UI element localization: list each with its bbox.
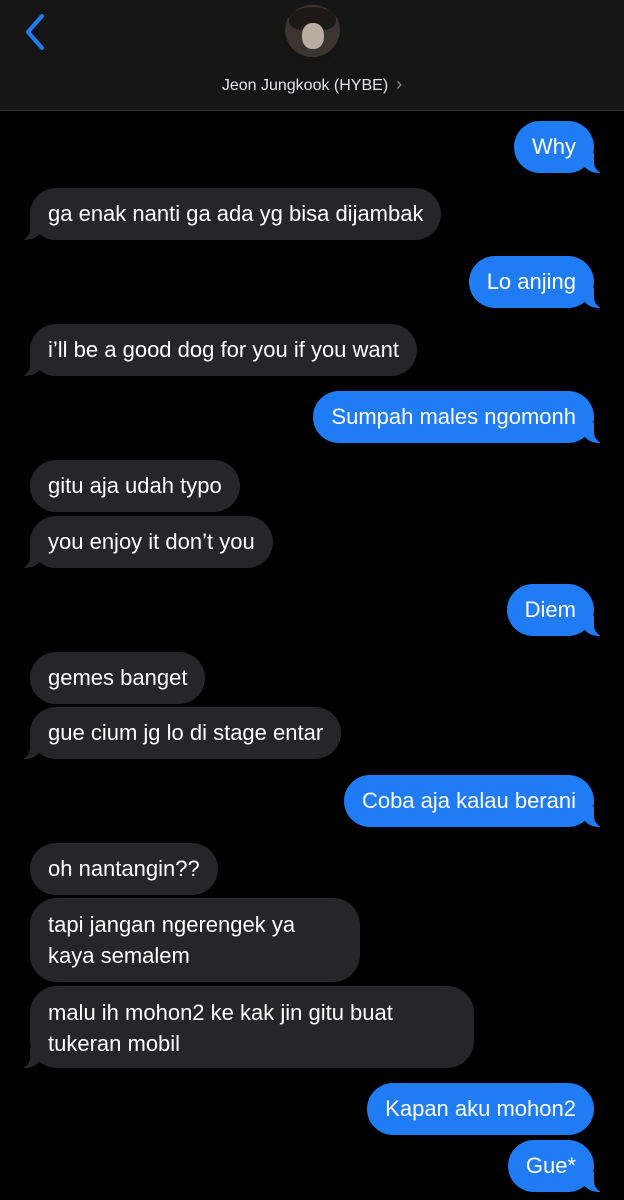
sent-message-bubble[interactable]: Coba aja kalau berani xyxy=(343,775,611,828)
chevron-left-icon xyxy=(26,14,44,50)
chevron-right-icon: › xyxy=(396,74,403,94)
received-message-bubble[interactable]: gitu aja udah typo xyxy=(30,460,240,512)
sent-message-bubble[interactable]: Why xyxy=(514,121,610,174)
received-message-bubble[interactable]: oh nantangin?? xyxy=(30,843,218,895)
contact-name: Jeon Jungkook (HYBE) xyxy=(221,77,389,94)
received-message-bubble[interactable]: i’ll be a good dog for you if you want xyxy=(13,324,418,377)
received-message-bubble[interactable]: gue cium jg lo di stage entar xyxy=(13,707,342,760)
conversation-header: Jeon Jungkook (HYBE) › xyxy=(0,0,624,111)
sent-message-bubble[interactable]: Sumpah males ngomonh xyxy=(313,391,610,444)
sent-message-bubble[interactable]: Gue* xyxy=(507,1140,611,1193)
sent-message-bubble[interactable]: Lo anjing xyxy=(468,256,611,309)
received-message-bubble[interactable]: tapi jangan ngerengek ya kaya semalem xyxy=(30,898,360,982)
contact-avatar[interactable] xyxy=(283,5,342,64)
sent-message-bubble[interactable]: Diem xyxy=(506,584,611,637)
back-button[interactable] xyxy=(22,12,52,52)
received-message-bubble[interactable]: gemes banget xyxy=(30,652,206,704)
received-message-bubble[interactable]: malu ih mohon2 ke kak jin gitu buat tuke… xyxy=(14,986,474,1069)
received-message-bubble[interactable]: ga enak nanti ga ada yg bisa dijambak xyxy=(13,188,442,241)
received-message-bubble[interactable]: you enjoy it don’t you xyxy=(14,516,273,569)
contact-name-button[interactable]: Jeon Jungkook (HYBE) › xyxy=(0,74,624,95)
sent-message-bubble[interactable]: Kapan aku mohon2 xyxy=(367,1083,594,1135)
